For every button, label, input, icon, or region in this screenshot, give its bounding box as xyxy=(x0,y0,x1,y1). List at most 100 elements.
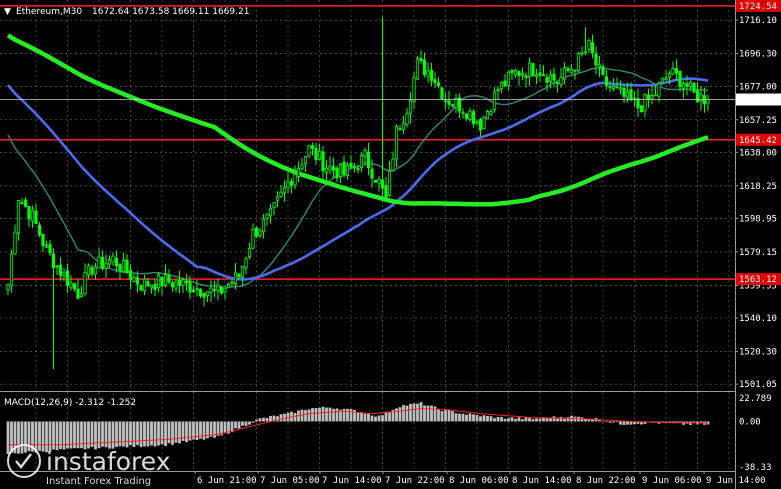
candle-body xyxy=(678,71,682,88)
macd-bar xyxy=(321,406,325,422)
candle-body xyxy=(72,283,77,290)
candle-body xyxy=(146,281,150,287)
macd-bar xyxy=(314,408,318,422)
candle-body xyxy=(352,166,357,168)
macd-bar xyxy=(118,421,122,447)
macd-bar xyxy=(223,421,227,434)
macd-bar xyxy=(132,421,136,447)
candle-body xyxy=(363,150,367,157)
candle-body xyxy=(142,278,147,292)
candle-body xyxy=(258,230,262,236)
time-tick-label: 9 Jun 06:00 xyxy=(642,476,702,486)
macd-bar xyxy=(164,421,167,446)
candle-body xyxy=(349,162,353,168)
macd-bar xyxy=(167,421,171,444)
candle-body xyxy=(653,94,658,97)
candle-body xyxy=(601,66,605,76)
macd-bar xyxy=(237,421,241,429)
price-tick-label: 1677.00 xyxy=(739,82,777,92)
macd-bar xyxy=(325,407,328,422)
macd-bar xyxy=(451,411,454,422)
macd-bar xyxy=(269,415,272,422)
macd-bar xyxy=(580,417,584,422)
candle-body xyxy=(34,210,38,225)
candle-body xyxy=(482,116,486,129)
macd-bar xyxy=(24,421,27,453)
macd-bar xyxy=(608,421,612,423)
candle-body xyxy=(608,85,612,88)
candle-body xyxy=(135,277,140,285)
macd-bar xyxy=(444,409,447,422)
candle-body xyxy=(527,62,532,78)
candle-body xyxy=(552,73,556,81)
candle-body xyxy=(566,68,570,72)
macd-bar xyxy=(178,421,181,444)
macd-bar xyxy=(426,405,430,422)
chart-root: 1716.10 1696.30 1677.00 1657.25 1638.00 1618.… xyxy=(0,0,781,489)
candle-body xyxy=(338,163,343,178)
candle-body xyxy=(573,69,577,72)
candle-body xyxy=(216,284,220,292)
header-arrow[interactable]: ▼ xyxy=(4,7,11,17)
macd-bar xyxy=(174,421,178,443)
macd-bar xyxy=(55,421,59,451)
macd-bar xyxy=(416,403,419,422)
macd-bar xyxy=(486,416,489,422)
time-tick-label: 7 Jun 05:00 xyxy=(260,476,320,486)
candle-body xyxy=(286,181,290,189)
candle-body xyxy=(688,81,693,88)
candle-body xyxy=(69,282,73,288)
candle-body xyxy=(625,90,630,98)
candle-body xyxy=(422,59,427,75)
macd-bar xyxy=(311,408,314,422)
candle-body xyxy=(667,73,672,78)
candle-body xyxy=(569,68,574,74)
macd-bar xyxy=(262,417,265,422)
candle-body xyxy=(450,104,455,107)
macd-bar xyxy=(419,402,423,422)
macd-bar xyxy=(251,421,255,423)
candle-body xyxy=(562,67,567,80)
macd-bar xyxy=(139,421,143,448)
candle-body xyxy=(373,180,378,183)
macd-bar xyxy=(111,421,115,449)
candle-body xyxy=(13,231,17,255)
candle-body xyxy=(692,82,696,93)
candle-body xyxy=(62,271,66,277)
macd-bar xyxy=(248,421,251,425)
candle-body xyxy=(251,229,255,249)
macd-bar xyxy=(598,420,601,422)
macd-bar xyxy=(370,415,374,422)
macd-bar xyxy=(612,421,615,423)
macd-bar xyxy=(482,415,486,422)
candle-body xyxy=(419,58,423,62)
macd-bar xyxy=(307,409,311,422)
macd-bar xyxy=(528,418,531,422)
candle-body xyxy=(345,164,350,176)
candle-body xyxy=(163,274,168,287)
macd-bar xyxy=(136,421,139,446)
candle-body xyxy=(468,110,472,120)
macd-bar xyxy=(360,412,363,422)
candle-body xyxy=(443,100,448,103)
macd-bar xyxy=(41,421,45,452)
candle-body xyxy=(531,63,535,77)
price-tick-label: 1579.15 xyxy=(739,248,777,258)
macd-bar xyxy=(346,408,349,422)
candle-body xyxy=(97,256,101,269)
macd-bar xyxy=(255,419,258,422)
macd-bar xyxy=(195,421,199,440)
macd-bar xyxy=(388,412,391,422)
macd-bar xyxy=(510,417,514,422)
macd-bar xyxy=(115,421,118,447)
candle-body xyxy=(44,245,49,248)
candle-body xyxy=(324,167,329,174)
candle-body xyxy=(503,80,507,87)
macd-bar xyxy=(423,405,426,422)
macd-bar xyxy=(62,421,66,450)
candle-body xyxy=(471,111,476,125)
macd-bar xyxy=(258,418,262,422)
candle-body xyxy=(370,168,374,179)
macd-bar xyxy=(503,418,507,422)
candle-body xyxy=(20,201,24,204)
